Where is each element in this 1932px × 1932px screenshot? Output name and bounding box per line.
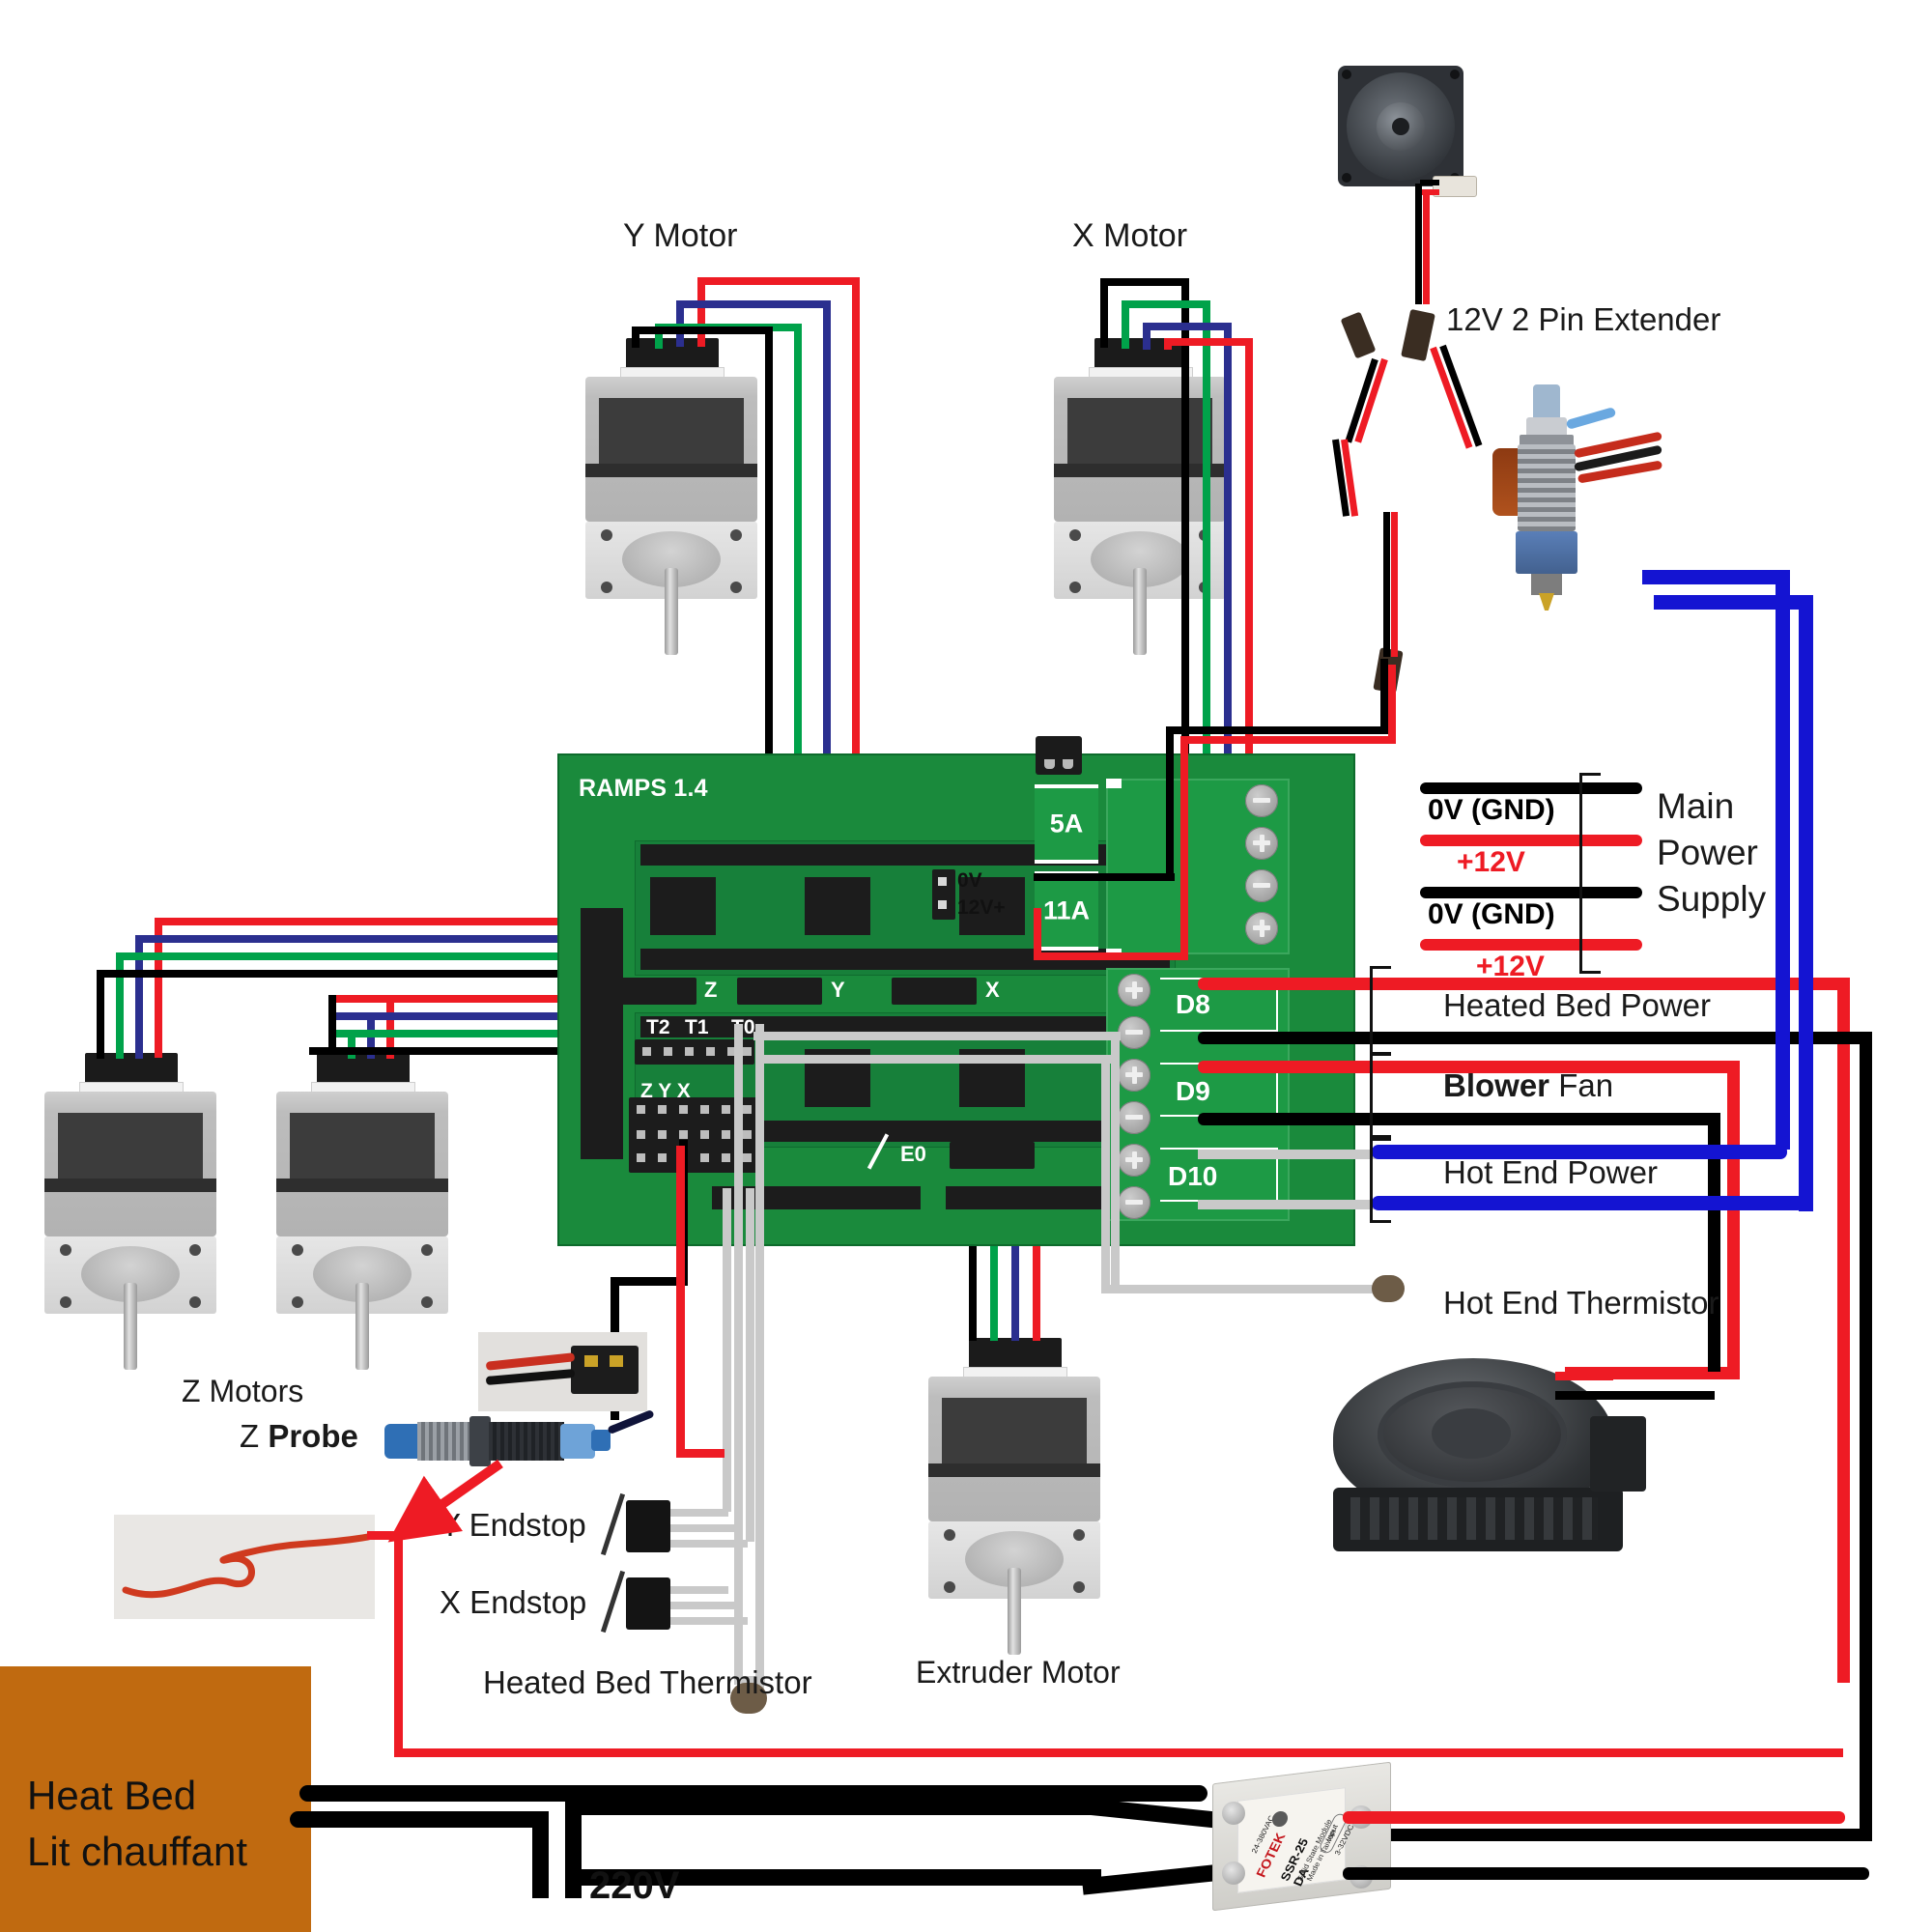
hot-end-thermistor-bead: [1372, 1275, 1405, 1302]
z-motor-1: [39, 1053, 222, 1370]
main-power-bracket: [1579, 773, 1601, 974]
label-main-power-2: Power: [1657, 833, 1758, 872]
ssr-relay-image: FOTEK SSR-25 DA Solid State Module Made …: [1212, 1761, 1391, 1912]
label-heat-bed-1: Heat Bed: [27, 1773, 197, 1818]
label-x-endstop: X Endstop: [440, 1584, 587, 1620]
power-terminal-12v-1[interactable]: [1245, 827, 1278, 860]
label-main-power-1: Main: [1657, 786, 1735, 826]
label-pin-extender: 12V 2 Pin Extender: [1446, 301, 1721, 337]
pin-extender-connector: [1401, 308, 1435, 362]
terminal-d8-minus[interactable]: [1118, 1016, 1151, 1049]
x-endstop-connector: [626, 1577, 670, 1630]
terminal-d10-plus[interactable]: [1118, 1144, 1151, 1177]
label-power-0v-2: 0V (GND): [1428, 898, 1555, 930]
terminal-d9-plus[interactable]: [1118, 1059, 1151, 1092]
label-blower-bold: Blower: [1443, 1067, 1550, 1103]
blower-fan-image: [1323, 1352, 1652, 1560]
label-heated-bed-power: Heated Bed Power: [1443, 987, 1712, 1023]
fuse-11a-label: 11A: [1042, 895, 1091, 925]
label-axis-y: Y: [831, 978, 845, 1002]
aux-2pin-connector: [1036, 736, 1082, 775]
bracket-d10: [1370, 1138, 1391, 1223]
power-select-jumper: [932, 869, 955, 920]
y-motor-header: [737, 978, 822, 1005]
z-probe-connector-photo: [478, 1332, 647, 1411]
terminal-d8-plus[interactable]: [1118, 974, 1151, 1007]
label-main-power-3: Supply: [1657, 879, 1767, 919]
power-terminal-gnd-1[interactable]: [1245, 784, 1278, 817]
x-motor-header: [892, 978, 977, 1005]
fuse-5a: 5A: [1035, 784, 1098, 864]
power-terminal-gnd-2[interactable]: [1245, 869, 1278, 902]
label-z-probe-bold: Probe: [268, 1418, 358, 1454]
label-t1: T1: [685, 1016, 709, 1038]
endstop-header: [629, 1097, 764, 1173]
board-title: RAMPS 1.4: [579, 775, 708, 802]
label-power-12v-1: +12V: [1457, 846, 1525, 878]
fuse-11a: 11A: [1035, 871, 1098, 951]
z-motor-header: [611, 978, 696, 1005]
wiring-diagram-canvas: Y Motor X Motor 12V 2 Pin Extender Z Mot…: [0, 0, 1932, 1932]
terminal-d9-minus[interactable]: [1118, 1101, 1151, 1134]
label-t2: T2: [646, 1016, 670, 1038]
y-motor: [580, 338, 763, 655]
bracket-d9: [1370, 1053, 1391, 1138]
z-motor-2: [270, 1053, 454, 1370]
label-hot-end-thermistor: Hot End Thermistor: [1443, 1285, 1719, 1321]
label-hot-end-power: Hot End Power: [1443, 1154, 1658, 1190]
label-z-probe-prefix: Z: [240, 1418, 269, 1454]
terminal-d10-minus[interactable]: [1118, 1186, 1151, 1219]
label-jumper-0v: 0V: [957, 869, 982, 892]
label-axis-z: Z: [704, 978, 718, 1002]
extruder-motor: [923, 1338, 1106, 1655]
label-fan-rest: Fan: [1549, 1067, 1614, 1103]
label-extruder-motor: Extruder Motor: [916, 1655, 1121, 1690]
bed-thermistor-wire-photo: [114, 1515, 377, 1619]
label-axis-e0: E0: [900, 1142, 926, 1166]
axial-fan-image: [1338, 66, 1463, 186]
hot-end-image: [1473, 384, 1666, 640]
label-z-motors: Z Motors: [182, 1374, 304, 1408]
fuse-5a-label: 5A: [1049, 809, 1084, 838]
y-endstop-connector: [626, 1500, 670, 1552]
label-axis-x: X: [985, 978, 1000, 1002]
label-power-0v-1: 0V (GND): [1428, 794, 1555, 826]
label-z-probe: Z Probe: [240, 1418, 358, 1455]
label-x-motor: X Motor: [1072, 217, 1188, 254]
bracket-d8: [1370, 966, 1391, 1055]
label-y-motor: Y Motor: [623, 217, 738, 254]
label-220v: 220V: [589, 1864, 680, 1907]
label-jumper-12v: 12V+: [957, 896, 1006, 919]
e0-motor-header: [950, 1142, 1035, 1169]
power-terminal-12v-2[interactable]: [1245, 912, 1278, 945]
label-heat-bed-2: Lit chauffant: [27, 1829, 248, 1874]
label-heated-bed-thermistor: Heated Bed Thermistor: [483, 1664, 812, 1700]
label-blower-fan: Blower Fan: [1443, 1067, 1613, 1104]
